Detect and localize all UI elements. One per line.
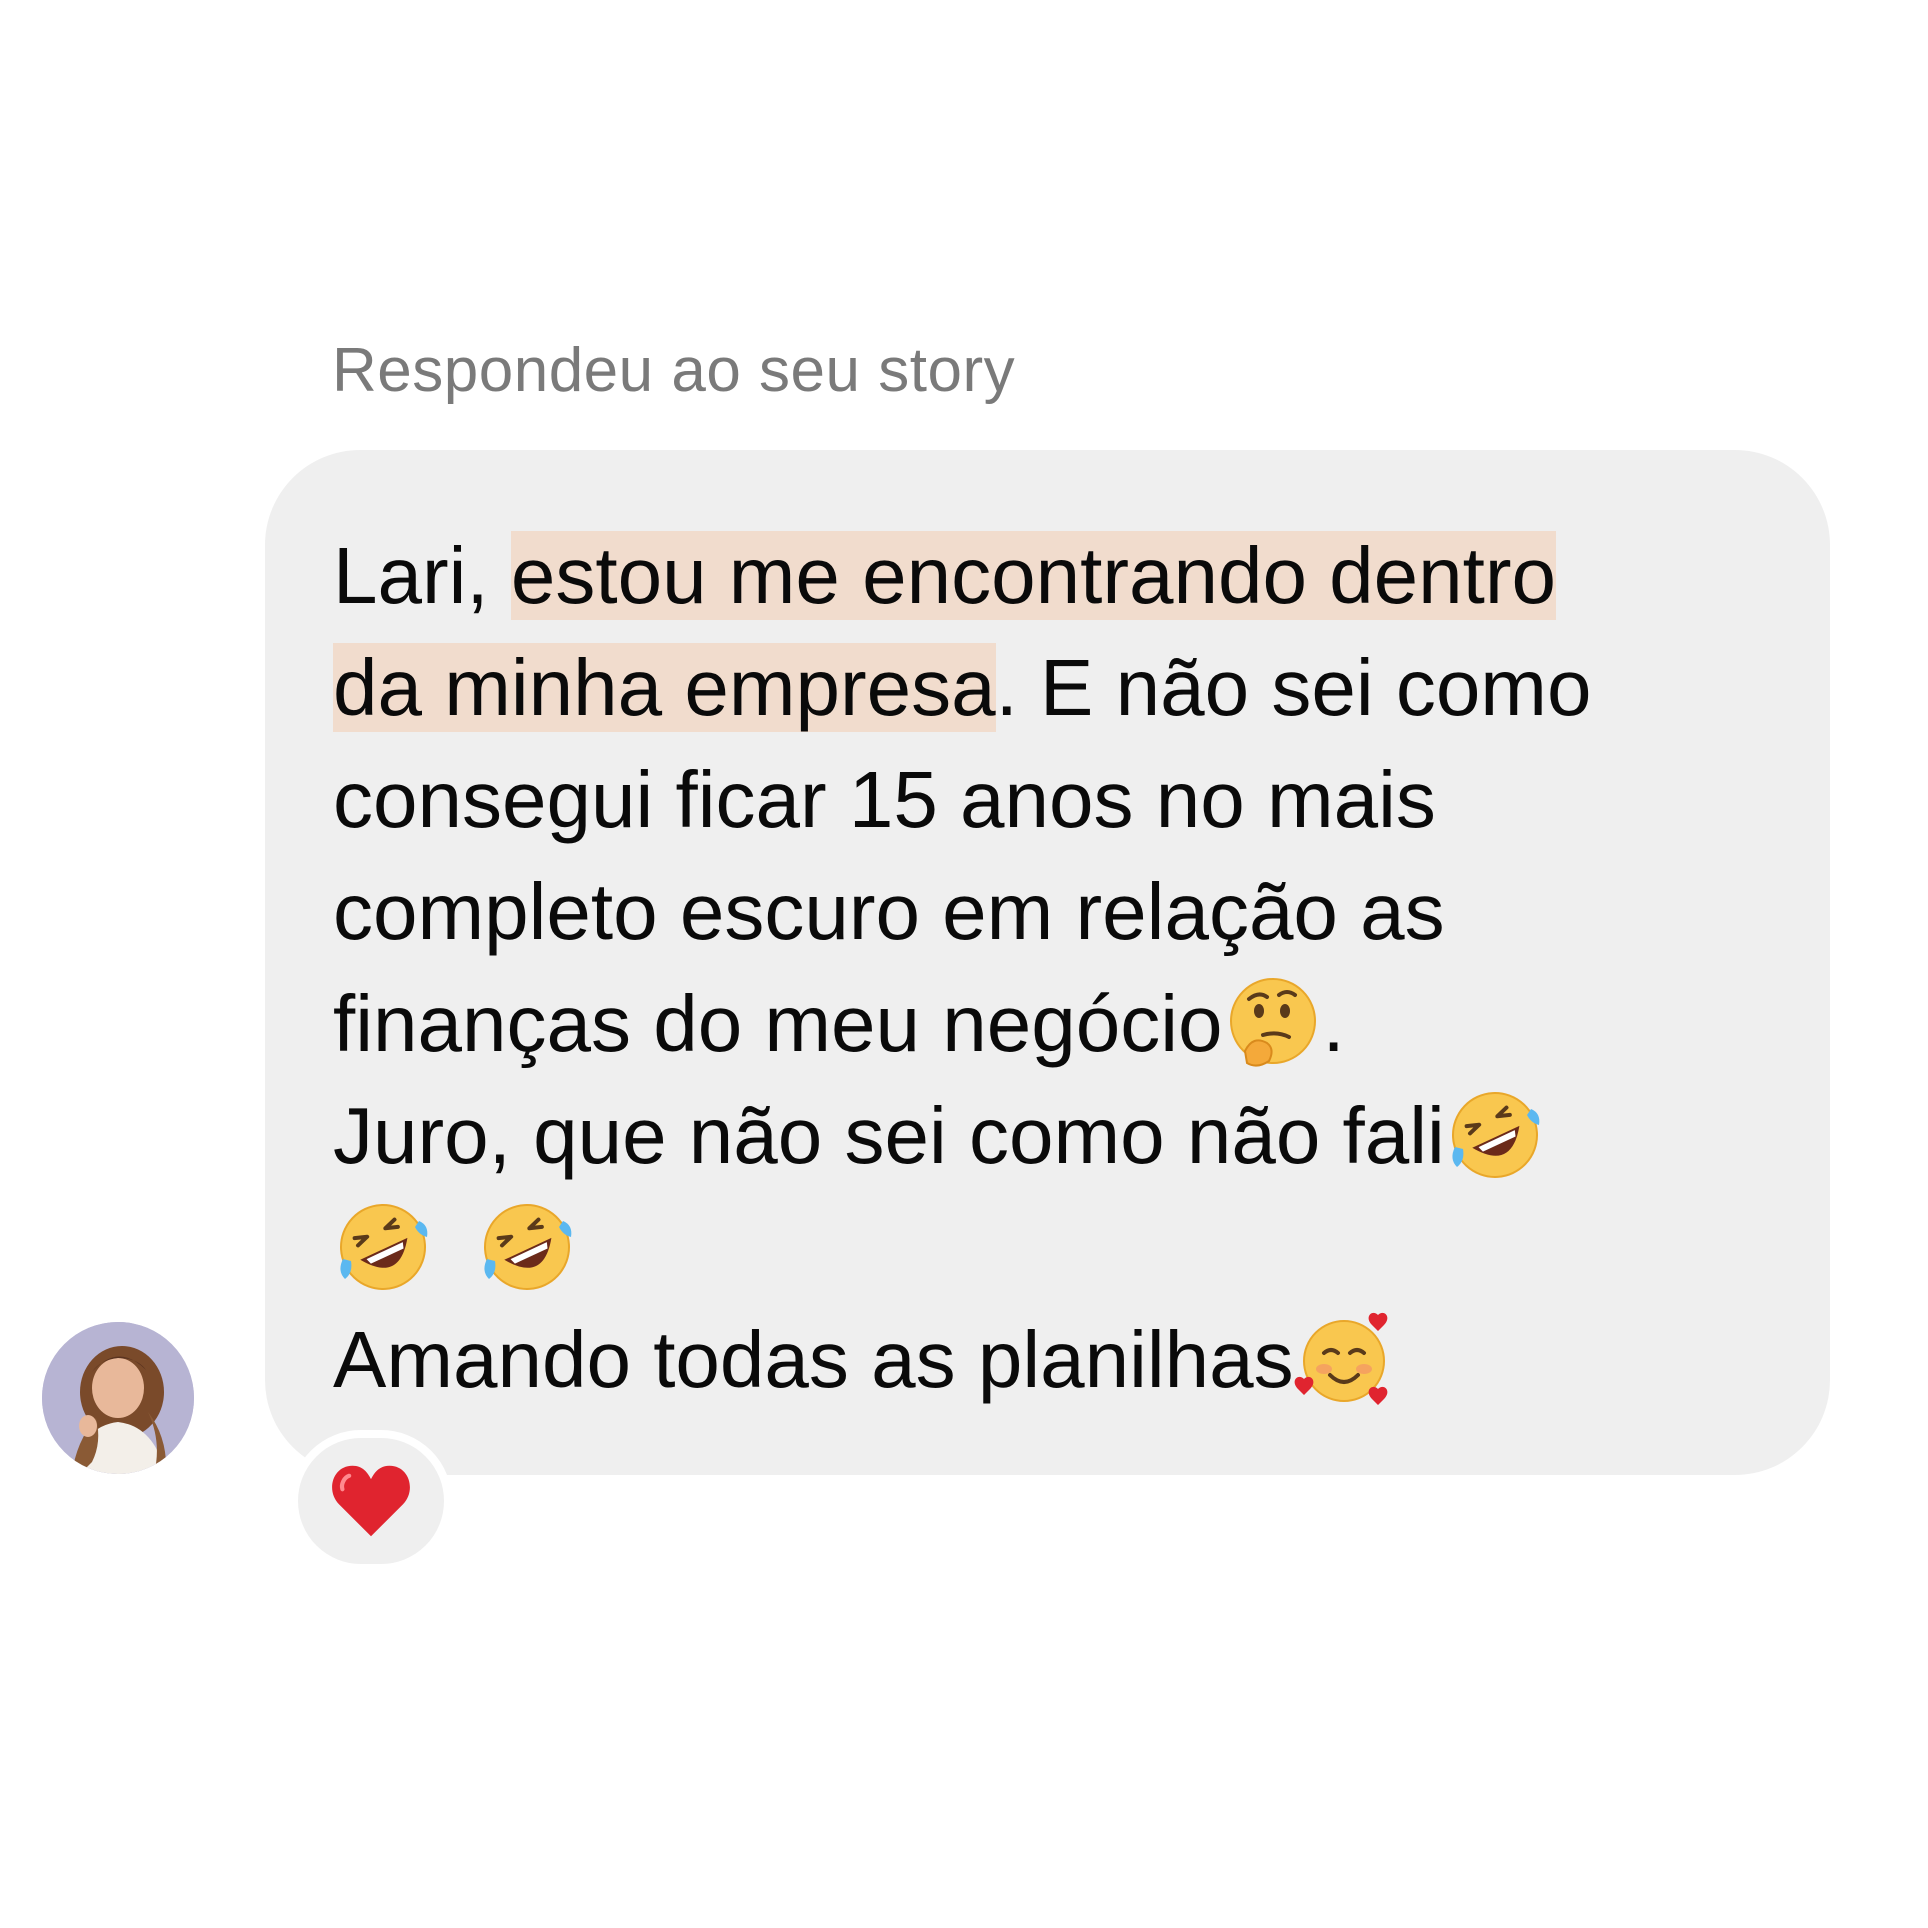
message-line-3: consegui ficar 15 anos no mais <box>333 755 1436 844</box>
thinking-face-icon <box>1229 978 1316 1067</box>
rolling-on-floor-laughing-icon <box>340 1204 428 1290</box>
highlighted-text: estou me encontrando dentro <box>510 531 1557 620</box>
story-reply-label: Respondeu ao seu story <box>332 336 1016 405</box>
rolling-on-floor-laughing-icon <box>1451 1092 1540 1178</box>
message-line-2: da minha empresa. E não sei como <box>333 632 1770 744</box>
reaction-badge[interactable] <box>290 1430 452 1572</box>
message-text-part: . <box>1322 979 1345 1068</box>
red-heart-icon <box>332 1465 410 1537</box>
message-line-8: Amando todas as planilhas <box>333 1304 1770 1416</box>
rolling-on-floor-laughing-icon <box>484 1204 572 1290</box>
message-text-part: . E não sei como <box>995 643 1592 732</box>
message-text: Lari, estou me encontrando dentro da min… <box>333 520 1770 1416</box>
message-line-7 <box>333 1192 1770 1304</box>
message-bubble[interactable]: Lari, estou me encontrando dentro da min… <box>265 450 1830 1475</box>
avatar[interactable] <box>42 1322 194 1474</box>
message-text-part: Juro, que não sei como não fali <box>333 1091 1445 1180</box>
message-line-4: completo escuro em relação as <box>333 867 1445 956</box>
highlighted-text: da minha empresa <box>333 643 996 732</box>
profile-photo <box>42 1322 194 1474</box>
message-text-part: Amando todas as planilhas <box>333 1315 1294 1404</box>
message-line-1: Lari, estou me encontrando dentro <box>333 520 1770 632</box>
message-line-5: finanças do meu negócio . <box>333 968 1770 1080</box>
smiling-face-with-hearts-icon <box>1294 1312 1387 1405</box>
message-text-part: finanças do meu negócio <box>333 979 1223 1068</box>
message-text-part: Lari, <box>333 531 511 620</box>
message-line-6: Juro, que não sei como não fali <box>333 1080 1770 1192</box>
